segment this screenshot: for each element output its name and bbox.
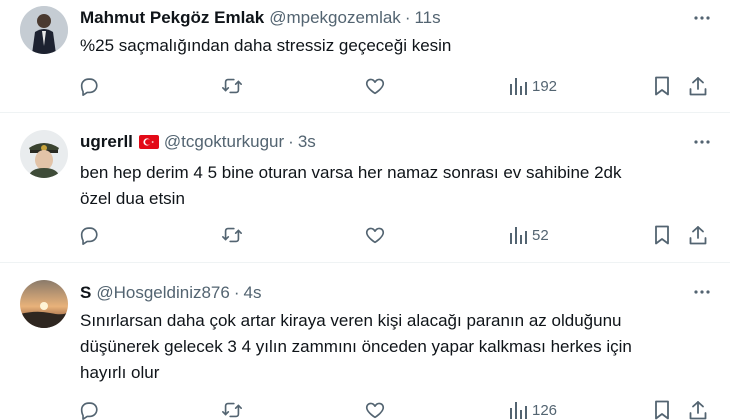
reply-icon — [80, 227, 98, 245]
reply-button[interactable] — [78, 398, 100, 420]
author-name[interactable]: ugrerll — [80, 132, 133, 152]
timestamp[interactable]: 4s — [244, 283, 262, 303]
more-dots-icon[interactable] — [692, 282, 712, 302]
separator-dot: · — [404, 8, 411, 27]
tweet-header: Mahmut Pekgöz Emlak @mpekgozemlak · 11s — [80, 6, 441, 30]
tweet-actions: 126 — [78, 398, 708, 420]
avatar[interactable] — [20, 280, 68, 328]
tweet-header: ugrerll @tcgokturkugur · 3s — [80, 130, 316, 154]
tweet-text-line: düşünerek gelecek 3 4 yılın zammını önce… — [80, 337, 632, 356]
bar-chart-icon — [510, 402, 527, 419]
like-button[interactable] — [364, 223, 386, 247]
views-count: 126 — [532, 401, 558, 419]
separator-dot: · — [288, 132, 294, 151]
share-button[interactable] — [688, 223, 708, 247]
retweet-icon — [222, 227, 242, 243]
tweet-text-line: özel dua etsin — [80, 189, 185, 208]
views-button[interactable]: 52 — [508, 223, 549, 247]
author-name[interactable]: S — [80, 283, 91, 303]
turkey-flag-icon — [138, 135, 159, 149]
bookmark-button[interactable] — [652, 398, 672, 420]
tweet-text-line: ben hep derim 4 5 bine oturan varsa her … — [80, 163, 622, 182]
like-button[interactable] — [364, 398, 386, 420]
heart-icon — [365, 227, 385, 244]
tweet-feed: Mahmut Pekgöz Emlak @mpekgozemlak · 11s … — [0, 0, 730, 420]
tweet[interactable]: Mahmut Pekgöz Emlak @mpekgozemlak · 11s … — [0, 0, 730, 113]
share-button[interactable] — [688, 398, 708, 420]
retweet-icon — [222, 402, 242, 418]
more-dots-icon[interactable] — [692, 132, 712, 152]
tweet-text: Sınırlarsan daha çok artar kiraya veren … — [80, 308, 700, 386]
bar-chart-icon — [510, 78, 527, 95]
share-icon — [689, 226, 707, 245]
tweet-text: ben hep derim 4 5 bine oturan varsa her … — [80, 160, 700, 212]
reply-icon — [80, 78, 98, 96]
timestamp[interactable]: 3s — [298, 132, 316, 152]
separator-dot: · — [233, 283, 240, 302]
timestamp[interactable]: 11s — [414, 8, 440, 28]
bookmark-icon — [655, 400, 669, 420]
tweet-header: S @Hosgeldiniz876 · 4s — [80, 281, 262, 305]
tweet-actions: 192 — [78, 74, 708, 98]
views-button[interactable]: 126 — [508, 398, 557, 420]
avatar[interactable] — [20, 130, 68, 178]
tweet-text-line: Sınırlarsan daha çok artar kiraya veren … — [80, 311, 622, 330]
bookmark-icon — [655, 225, 669, 245]
views-button[interactable]: 192 — [508, 74, 557, 98]
bookmark-button[interactable] — [652, 223, 672, 247]
views-count: 52 — [532, 226, 549, 244]
bookmark-button[interactable] — [652, 74, 672, 98]
reply-icon — [80, 402, 98, 420]
share-icon — [689, 401, 707, 420]
retweet-button[interactable] — [220, 398, 244, 420]
views-count: 192 — [532, 77, 558, 95]
like-button[interactable] — [364, 74, 386, 98]
retweet-button[interactable] — [220, 74, 244, 98]
tweet[interactable]: S @Hosgeldiniz876 · 4s Sınırlarsan daha … — [0, 263, 730, 420]
retweet-button[interactable] — [220, 223, 244, 247]
share-button[interactable] — [688, 74, 708, 98]
tweet-actions: 52 — [78, 223, 708, 247]
heart-icon — [365, 402, 385, 419]
bookmark-icon — [655, 76, 669, 96]
retweet-icon — [222, 78, 242, 94]
heart-icon — [365, 78, 385, 95]
author-handle[interactable]: @tcgokturkugur — [164, 132, 284, 152]
more-dots-icon[interactable] — [692, 8, 712, 28]
reply-button[interactable] — [78, 223, 100, 247]
avatar[interactable] — [20, 6, 68, 54]
share-icon — [689, 77, 707, 96]
author-handle[interactable]: @mpekgozemlak — [269, 8, 401, 28]
tweet-text: %25 saçmalığından daha stressiz geçeceği… — [80, 33, 700, 59]
author-handle[interactable]: @Hosgeldiniz876 — [96, 283, 230, 303]
tweet-text-line: %25 saçmalığından daha stressiz geçeceği… — [80, 36, 452, 55]
tweet[interactable]: ugrerll @tcgokturkugur · 3s ben hep deri… — [0, 113, 730, 263]
tweet-text-line: hayırlı olur — [80, 363, 160, 382]
bar-chart-icon — [510, 227, 527, 244]
author-name[interactable]: Mahmut Pekgöz Emlak — [80, 8, 264, 28]
reply-button[interactable] — [78, 74, 100, 98]
